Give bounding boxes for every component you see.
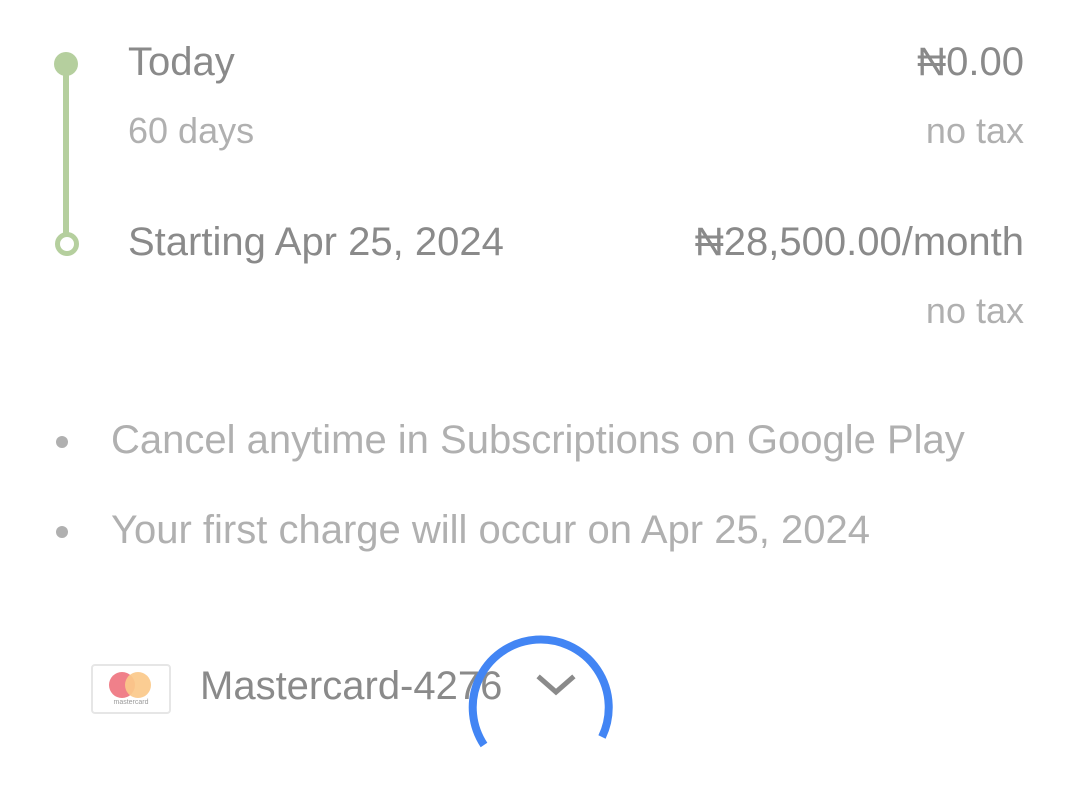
mastercard-logo-icon: mastercard [91,664,171,714]
today-tax: no tax [925,110,1024,151]
timeline-filled-dot-icon [54,52,78,76]
note-first-charge: Your first charge will occur on Apr 25, … [111,508,870,552]
today-price: ₦0.00 [917,40,1024,84]
starting-date-label: Starting Apr 25, 2024 [128,220,504,264]
timeline-ring-dot-icon [55,232,79,256]
bullet-icon [56,526,68,538]
note-cancel-anytime: Cancel anytime in Subscriptions on Googl… [111,418,965,462]
today-label: Today [128,40,235,84]
monthly-price: ₦28,500.00/month [694,220,1024,264]
monthly-tax: no tax [925,290,1024,331]
loading-spinner-icon [468,635,613,748]
timeline-line [63,64,69,244]
bullet-icon [56,436,68,448]
card-brand-text: mastercard [113,699,149,706]
trial-duration: 60 days [128,110,255,151]
payment-method-label[interactable]: Mastercard-4276 [200,664,502,709]
mastercard-yellow-circle [125,672,151,698]
